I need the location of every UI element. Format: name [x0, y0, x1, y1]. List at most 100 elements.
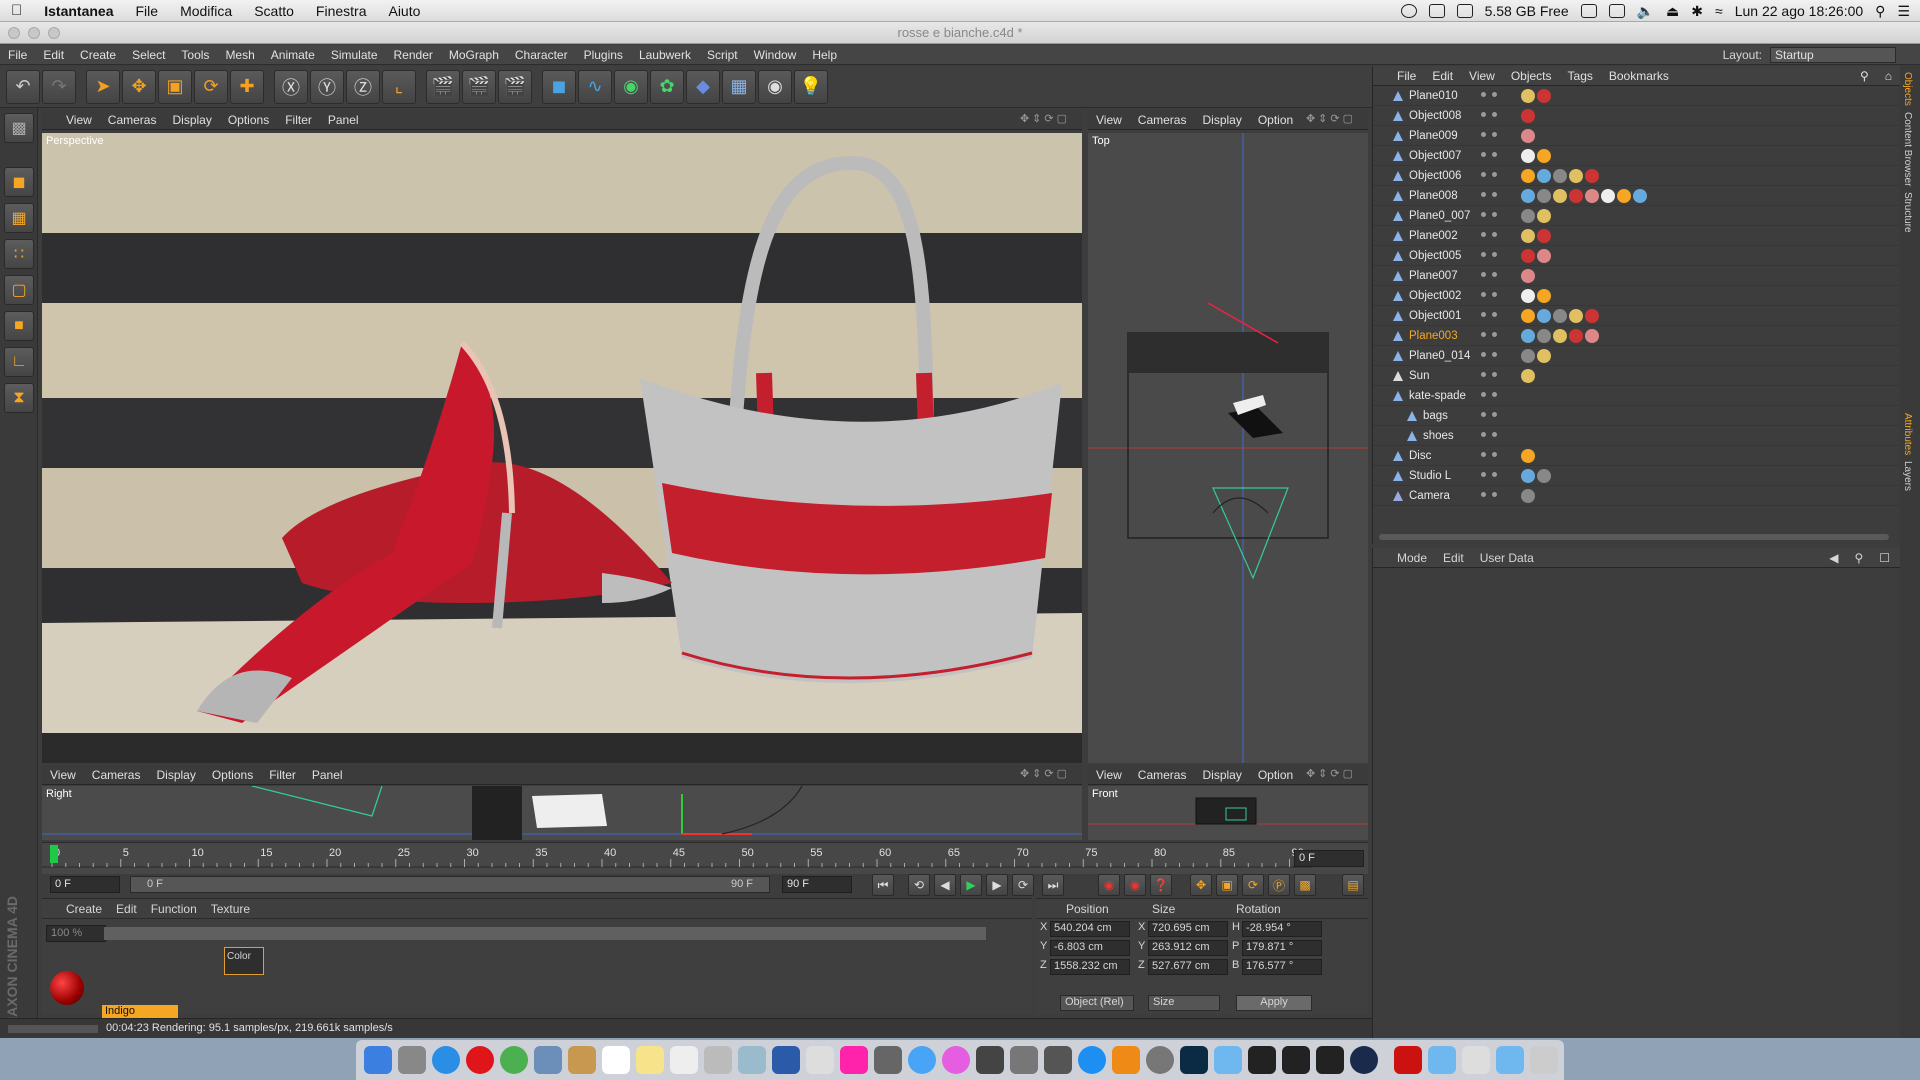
back-arrow-icon[interactable]: ◀: [1829, 551, 1838, 565]
next-frame-icon[interactable]: ▶: [986, 874, 1008, 896]
previous-key-icon[interactable]: ⟲: [908, 874, 930, 896]
object-row[interactable]: bags: [1373, 406, 1900, 426]
floor-icon[interactable]: ▦: [722, 69, 756, 104]
object-row[interactable]: Object007: [1373, 146, 1900, 166]
list-icon[interactable]: ☰: [1897, 3, 1910, 20]
transform-icon[interactable]: ✚: [230, 69, 264, 104]
search-icon[interactable]: ⚲: [1854, 551, 1863, 565]
object-row[interactable]: Sun: [1373, 366, 1900, 386]
material-tag-icon[interactable]: [1537, 89, 1551, 103]
polygons-mode-icon[interactable]: ■: [4, 311, 34, 341]
key-rotation-icon[interactable]: ⟳: [1242, 874, 1264, 896]
magnet-icon[interactable]: ⧗: [4, 383, 34, 413]
downloads-folder-icon[interactable]: [1496, 1046, 1524, 1074]
app-store-icon[interactable]: [1078, 1046, 1106, 1074]
preview-icon[interactable]: [704, 1046, 732, 1074]
menu-animate[interactable]: Animate: [263, 48, 323, 62]
vp-menu-view[interactable]: View: [1088, 768, 1130, 782]
material-tag-icon[interactable]: [1553, 309, 1567, 323]
material-tag-icon[interactable]: [1537, 189, 1551, 203]
material-tag-icon[interactable]: [1553, 329, 1567, 343]
visibility-dots[interactable]: [1481, 172, 1501, 177]
material-zoom-slider[interactable]: [104, 927, 986, 940]
mac-menu-scatto[interactable]: Scatto: [243, 3, 305, 19]
material-tag-icon[interactable]: [1521, 89, 1535, 103]
menu-help[interactable]: Help: [804, 48, 845, 62]
visibility-dots[interactable]: [1481, 212, 1501, 217]
app-icon[interactable]: [1282, 1046, 1310, 1074]
frame-range-slider[interactable]: 0 F 90 F: [130, 876, 770, 893]
layout-select[interactable]: Startup: [1770, 47, 1896, 63]
camera-icon[interactable]: ◉: [758, 69, 792, 104]
key-pla-icon[interactable]: ▩: [1294, 874, 1316, 896]
preview-icon[interactable]: [534, 1046, 562, 1074]
mac-menu-aiuto[interactable]: Aiuto: [377, 3, 431, 19]
material-tag-icon[interactable]: [1633, 189, 1647, 203]
array-icon[interactable]: ✿: [650, 69, 684, 104]
vp-menu-display[interactable]: Display: [1194, 768, 1249, 782]
app-icon[interactable]: [1044, 1046, 1072, 1074]
material-tag-icon[interactable]: [1537, 229, 1551, 243]
vp-menu-cameras[interactable]: Cameras: [100, 113, 165, 127]
position-field[interactable]: -6.803 cm: [1050, 940, 1130, 956]
end-frame-field[interactable]: 90 F: [782, 876, 852, 893]
material-tag-icon[interactable]: [1617, 189, 1631, 203]
menu-simulate[interactable]: Simulate: [323, 48, 386, 62]
mac-menu-file[interactable]: File: [125, 3, 170, 19]
app-icon[interactable]: [1248, 1046, 1276, 1074]
vp-menu-display[interactable]: Display: [148, 768, 203, 782]
x-axis-icon[interactable]: Ⓧ: [274, 69, 308, 104]
object-row[interactable]: shoes: [1373, 426, 1900, 446]
visibility-dots[interactable]: [1481, 392, 1501, 397]
key-scale-icon[interactable]: ▣: [1216, 874, 1238, 896]
opera-icon[interactable]: [466, 1046, 494, 1074]
volume-icon[interactable]: 🔈: [1637, 3, 1654, 20]
vp-menu-options[interactable]: Options: [204, 768, 261, 782]
material-tag-icon[interactable]: [1601, 189, 1615, 203]
timeline-ruler[interactable]: 051015202530354045505560657075808590 0 F: [42, 842, 1368, 874]
material-tag-icon[interactable]: [1521, 109, 1535, 123]
app-icon[interactable]: [874, 1046, 902, 1074]
zoom-field[interactable]: 100 %: [46, 925, 106, 942]
vp-menu-view[interactable]: View: [42, 113, 100, 127]
visibility-dots[interactable]: [1481, 432, 1501, 437]
material-tag-icon[interactable]: [1521, 249, 1535, 263]
obj-menu-tags[interactable]: Tags: [1560, 69, 1601, 83]
vp-menu-cameras[interactable]: Cameras: [1130, 113, 1195, 127]
material-tag-icon[interactable]: [1585, 309, 1599, 323]
obj-menu-view[interactable]: View: [1461, 69, 1503, 83]
render-settings-icon[interactable]: 🎬: [498, 69, 532, 104]
render-picture-viewer-icon[interactable]: 🎬: [462, 69, 496, 104]
material-tag-icon[interactable]: [1521, 169, 1535, 183]
vp-menu-cameras[interactable]: Cameras: [1130, 768, 1195, 782]
menu-create[interactable]: Create: [72, 48, 124, 62]
position-field[interactable]: 1558.232 cm: [1050, 959, 1130, 975]
visibility-dots[interactable]: [1481, 152, 1501, 157]
visibility-dots[interactable]: [1481, 372, 1501, 377]
itunes-icon[interactable]: [942, 1046, 970, 1074]
notes-icon[interactable]: [568, 1046, 596, 1074]
chrome-icon[interactable]: [500, 1046, 528, 1074]
object-row[interactable]: kate-spade: [1373, 386, 1900, 406]
app-name[interactable]: Istantanea: [33, 3, 124, 19]
material-tag-icon[interactable]: [1537, 309, 1551, 323]
trash-icon[interactable]: [1530, 1046, 1558, 1074]
coordinate-system-icon[interactable]: ⌞: [382, 69, 416, 104]
messages-icon[interactable]: [908, 1046, 936, 1074]
viewport-nav-icons[interactable]: ✥⇕⟳▢: [1298, 767, 1364, 780]
rotation-field[interactable]: 179.871 °: [1242, 940, 1322, 956]
app-icon[interactable]: [806, 1046, 834, 1074]
wifi-icon[interactable]: ≈: [1715, 3, 1723, 19]
autokey-icon[interactable]: ◉: [1124, 874, 1146, 896]
status-icon[interactable]: [1580, 4, 1597, 18]
material-tag-icon[interactable]: [1521, 489, 1535, 503]
material-tag-icon[interactable]: [1521, 189, 1535, 203]
tab-content-browser[interactable]: Content Browser: [1902, 112, 1913, 186]
lock-icon[interactable]: ☐: [1879, 551, 1900, 565]
tab-layers[interactable]: Layers: [1902, 461, 1913, 491]
playhead[interactable]: [50, 845, 58, 863]
vp-menu-options[interactable]: Options: [220, 113, 277, 127]
scale-icon[interactable]: ▣: [158, 69, 192, 104]
visibility-dots[interactable]: [1481, 252, 1501, 257]
finder-icon[interactable]: [364, 1046, 392, 1074]
